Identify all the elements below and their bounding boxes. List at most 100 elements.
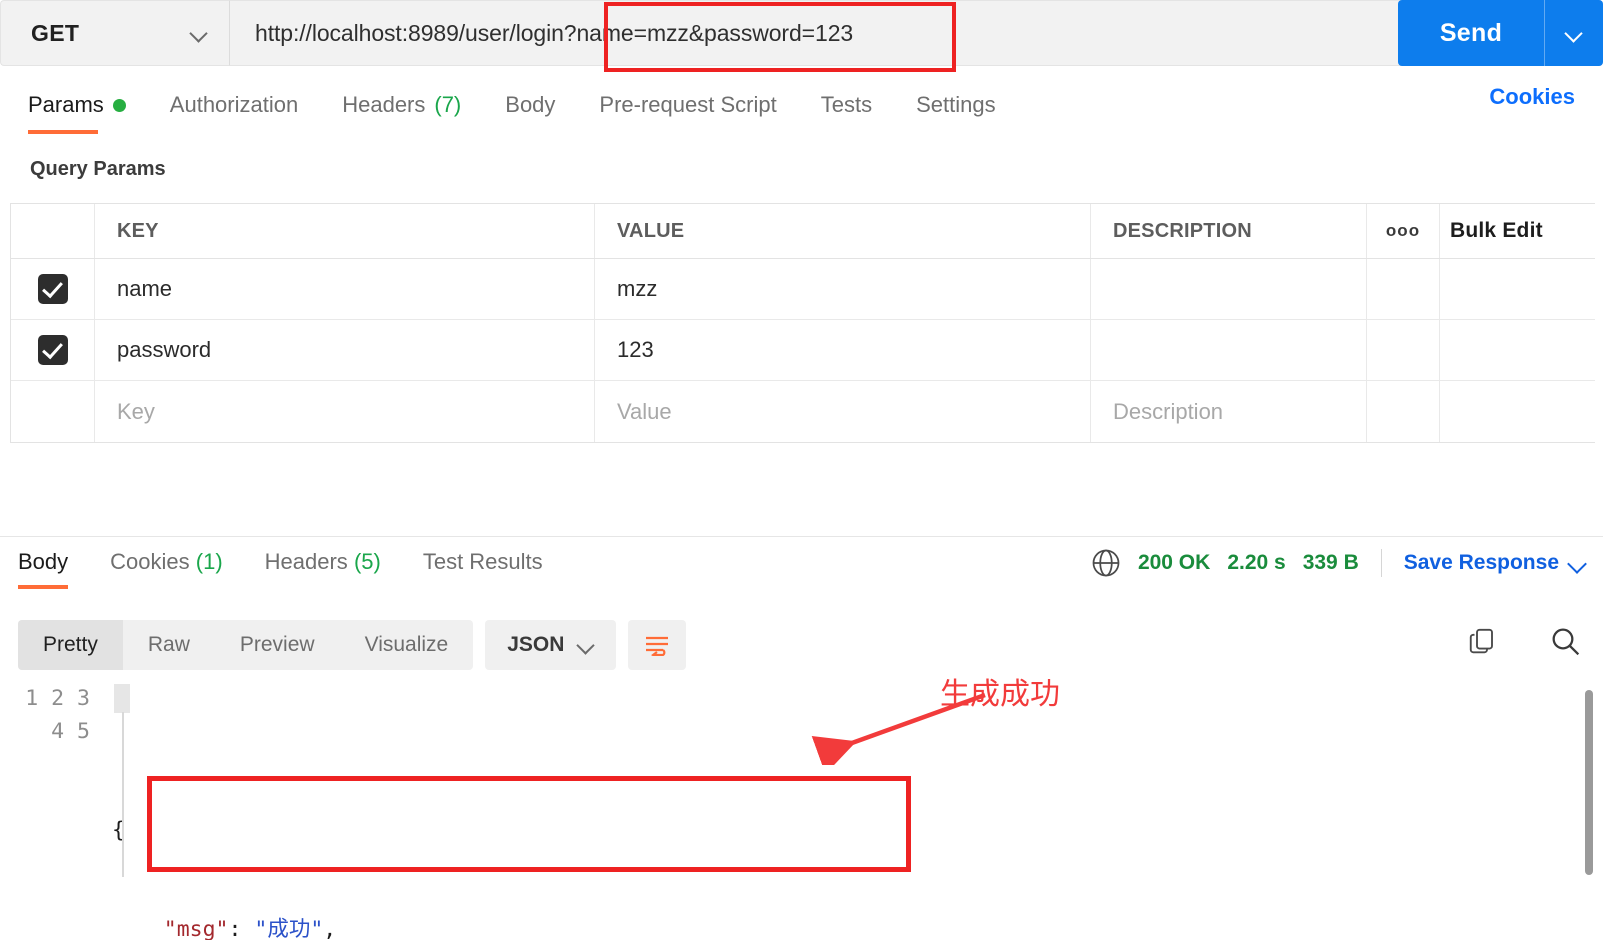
format-selector[interactable]: JSON	[485, 620, 617, 670]
response-tab-headers-label: Headers	[264, 549, 348, 574]
row-checkbox-cell	[11, 320, 95, 380]
table-options-button[interactable]: ooo	[1367, 204, 1440, 258]
code-indent-guide	[122, 712, 124, 877]
row-description-cell[interactable]	[1091, 320, 1367, 380]
row-checkbox[interactable]	[37, 335, 68, 365]
row-tail-cell	[1440, 320, 1595, 380]
header-value: VALUE	[595, 204, 1091, 258]
response-meta: 200 OK 2.20 s 339 B Save Response	[1091, 548, 1585, 578]
request-tabs: Params Authorization Headers (7) Body Pr…	[0, 84, 1603, 140]
row-value-value: mzz	[617, 276, 658, 301]
row-description-cell[interactable]	[1091, 259, 1367, 319]
response-tab-cookies-count: (1)	[195, 549, 223, 574]
view-mode-segmented-control: Pretty Raw Preview Visualize	[18, 620, 474, 670]
bulk-edit-button[interactable]: Bulk Edit	[1440, 204, 1595, 258]
code-line-2: "msg": "成功",	[163, 917, 337, 940]
tab-params[interactable]: Params	[28, 92, 126, 134]
status-code: 200 OK	[1137, 551, 1211, 574]
response-tab-cookies-label: Cookies	[110, 549, 190, 574]
empty-row-key-placeholder: Key	[117, 398, 155, 424]
row-key-cell[interactable]: password	[95, 320, 595, 380]
request-url-bar: GET http://localhost:8989/user/login?nam…	[0, 0, 1603, 68]
empty-row-key-cell[interactable]: Key	[95, 381, 595, 442]
empty-row-options-cell[interactable]	[1367, 381, 1440, 442]
cookies-link[interactable]: Cookies	[1489, 84, 1575, 110]
response-actions	[1467, 625, 1581, 657]
row-options-cell[interactable]	[1367, 320, 1440, 380]
response-body-code: 1 2 3 4 5 { "msg": "成功", "state": true, …	[0, 682, 1603, 940]
response-view-toolbar: Pretty Raw Preview Visualize JSON	[18, 620, 687, 670]
save-response-button[interactable]: Save Response	[1404, 551, 1585, 575]
table-row: name mzz	[11, 259, 1595, 320]
view-mode-pretty[interactable]: Pretty	[18, 620, 123, 670]
empty-row-description-placeholder: Description	[1113, 398, 1224, 424]
postman-window: GET http://localhost:8989/user/login?nam…	[0, 0, 1603, 940]
response-tab-test-results[interactable]: Test Results	[423, 549, 543, 587]
response-tab-headers[interactable]: Headers (5)	[265, 549, 381, 587]
tab-headers-label: Headers	[342, 92, 426, 117]
http-method-label: GET	[31, 19, 80, 46]
tab-settings[interactable]: Settings	[916, 92, 996, 132]
tab-headers-count: (7)	[434, 92, 462, 117]
tab-tests[interactable]: Tests	[821, 92, 872, 132]
chevron-down-icon	[191, 25, 207, 41]
response-scrollbar[interactable]	[1585, 690, 1593, 875]
table-row: password 123	[11, 320, 1595, 381]
response-tab-cookies[interactable]: Cookies (1)	[110, 549, 223, 587]
code-key-msg: "msg"	[163, 917, 229, 940]
empty-row-checkbox-cell	[11, 381, 95, 442]
copy-icon[interactable]	[1467, 626, 1497, 656]
row-key-value: name	[117, 276, 173, 301]
row-checkbox-cell	[11, 259, 95, 319]
line-numbers: 1 2 3 4 5	[25, 686, 90, 744]
row-value-cell[interactable]: 123	[595, 320, 1091, 380]
empty-row-description-cell[interactable]: Description	[1091, 381, 1367, 442]
row-value-cell[interactable]: mzz	[595, 259, 1091, 319]
tab-params-label: Params	[28, 92, 104, 117]
tab-authorization-label: Authorization	[169, 92, 299, 117]
row-key-cell[interactable]: name	[95, 259, 595, 319]
http-method-selector[interactable]: GET	[0, 0, 230, 66]
line-number-gutter: 1 2 3 4 5	[0, 682, 112, 897]
view-mode-visualize[interactable]: Visualize	[340, 620, 474, 670]
tab-headers[interactable]: Headers (7)	[342, 92, 461, 132]
response-size: 339 B	[1302, 551, 1359, 574]
empty-row-tail-cell	[1440, 381, 1595, 442]
view-mode-preview[interactable]: Preview	[215, 620, 340, 670]
tab-authorization[interactable]: Authorization	[170, 92, 298, 132]
response-tab-headers-count: (5)	[353, 549, 381, 574]
response-tab-body[interactable]: Body	[18, 549, 69, 589]
save-response-label: Save Response	[1403, 551, 1559, 574]
query-params-table: KEY VALUE DESCRIPTION ooo Bulk Edit name…	[10, 203, 1595, 443]
tab-body-label: Body	[505, 92, 556, 117]
code-fold-marker[interactable]	[114, 684, 130, 713]
header-description: DESCRIPTION	[1091, 204, 1367, 258]
empty-row-value-placeholder: Value	[617, 398, 672, 424]
search-icon[interactable]	[1549, 625, 1581, 657]
wrap-lines-button[interactable]	[628, 620, 687, 670]
wrap-lines-icon	[646, 636, 669, 656]
chevron-down-icon	[578, 637, 594, 653]
row-checkbox[interactable]	[37, 274, 68, 304]
tab-body[interactable]: Body	[505, 92, 555, 132]
table-header-row: KEY VALUE DESCRIPTION ooo Bulk Edit	[11, 204, 1595, 259]
tab-pre-request-script[interactable]: Pre-request Script	[599, 92, 776, 132]
send-options-button[interactable]	[1545, 0, 1603, 66]
format-label: JSON	[507, 633, 565, 656]
empty-row-value-cell[interactable]: Value	[595, 381, 1091, 442]
header-key: KEY	[95, 204, 595, 258]
row-options-cell[interactable]	[1367, 259, 1440, 319]
code-line-1: {	[112, 814, 1603, 847]
tab-settings-label: Settings	[916, 92, 996, 117]
bulk-edit-label: Bulk Edit	[1450, 219, 1543, 242]
view-mode-raw[interactable]: Raw	[123, 620, 215, 670]
header-checkbox-cell	[11, 204, 95, 258]
meta-divider	[1380, 549, 1382, 577]
code-comma: ,	[323, 917, 337, 940]
globe-icon	[1092, 549, 1120, 577]
response-divider	[0, 536, 1603, 537]
tab-pre-request-script-label: Pre-request Script	[599, 92, 777, 117]
code-value-msg: "成功"	[254, 917, 324, 940]
chevron-down-icon	[1569, 555, 1585, 571]
send-button[interactable]: Send	[1398, 0, 1545, 66]
